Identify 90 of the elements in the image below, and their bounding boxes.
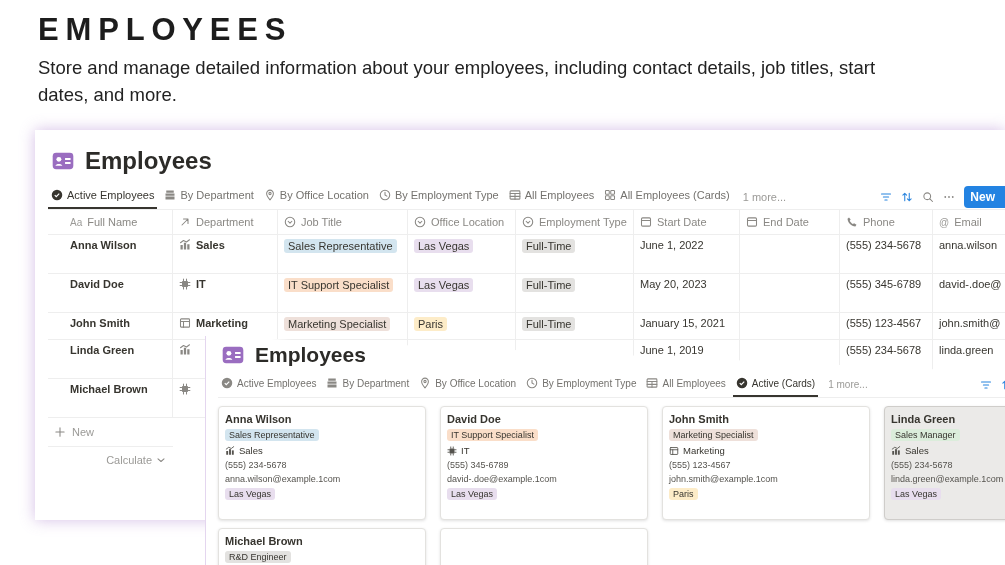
phone-number: (555) 123-4567 <box>669 460 731 470</box>
column-header[interactable]: Phone <box>840 210 933 234</box>
email-address: david-.doe@example.1com <box>447 474 557 484</box>
employee-card[interactable]: Linda Green Sales Manager Sales (555) 234-5678 linda.green@example.1com Las Vegas <box>884 406 1005 520</box>
tag: Sales Representative <box>225 429 319 441</box>
view-tab[interactable]: By Department <box>161 184 257 209</box>
database-title: Employees <box>255 343 366 367</box>
column-header[interactable]: End Date <box>740 210 840 234</box>
new-row-button[interactable]: New <box>48 418 100 446</box>
employee-card[interactable]: Anna Wilson Sales Representative Sales (555) 234-5678 anna.wilson@example.1com Las Vegas <box>218 406 426 520</box>
tag: Paris <box>669 488 698 500</box>
employee-name: Linda Green <box>891 413 956 425</box>
tag: R&D Engineer <box>225 551 291 563</box>
view-tab[interactable]: Active (Cards) <box>732 372 819 397</box>
tag: Marketing Specialist <box>284 317 391 331</box>
view-tab[interactable]: By Employment Type <box>523 372 640 397</box>
table-cell: david-.doe@ <box>939 278 1002 290</box>
table-cell: john.smith@ <box>939 317 1001 329</box>
page-heading: EMPLOYEES <box>38 12 294 48</box>
tag: Las Vegas <box>891 488 942 500</box>
employee-name: Michael Brown <box>225 535 303 547</box>
view-tab[interactable]: Active Employees <box>218 372 320 397</box>
table-cell: John Smith <box>70 317 130 329</box>
tag: Las Vegas <box>225 488 276 500</box>
table-cell: linda.green <box>939 344 994 356</box>
table-cell: (555) 123-4567 <box>846 317 922 329</box>
column-header[interactable]: Office Location <box>408 210 516 234</box>
phone-number: (555) 345-6789 <box>447 460 509 470</box>
tag: Full-Time <box>522 278 576 292</box>
table-cell: (555) 234-5678 <box>846 239 922 251</box>
table-cell: IT <box>196 278 206 290</box>
table-cell: June 1, 2019 <box>640 344 704 356</box>
department-label: Marketing <box>683 445 725 456</box>
tag: Paris <box>414 317 448 331</box>
tag: Sales Representative <box>284 239 397 253</box>
view-tab[interactable]: All Employees (Cards) <box>601 184 733 209</box>
column-header[interactable]: Start Date <box>634 210 740 234</box>
tag: Marketing Specialist <box>669 429 758 441</box>
more-views-link[interactable]: 1 more... <box>742 190 787 203</box>
column-header[interactable]: Aa Full Name <box>48 210 173 234</box>
table-cell: (555) 234-5678 <box>846 344 922 356</box>
view-tab[interactable]: By Employment Type <box>375 184 502 209</box>
employee-name: John Smith <box>669 413 729 425</box>
tag: IT Support Specialist <box>447 429 538 441</box>
email-address: john.smith@example.1com <box>669 474 778 484</box>
table-cell: anna.wilson <box>939 239 998 251</box>
employee-card[interactable]: David Doe IT Support Specialist IT (555) 345-6789 david-.doe@example.1com Las Vegas <box>440 406 648 520</box>
email-address: anna.wilson@example.1com <box>225 474 341 484</box>
phone-number: (555) 234-5678 <box>891 460 953 470</box>
new-button[interactable]: New <box>964 185 1005 208</box>
table-cell: Anna Wilson <box>70 239 137 251</box>
tag: Full-Time <box>522 239 576 253</box>
column-header[interactable]: Employment Type <box>516 210 634 234</box>
tag: Las Vegas <box>447 488 498 500</box>
tag: Las Vegas <box>414 239 474 253</box>
employee-card[interactable]: Michael Brown R&D Engineer <box>218 528 426 565</box>
table-cell: Michael Brown <box>70 383 148 395</box>
tag: IT Support Specialist <box>284 278 394 292</box>
column-header[interactable]: @ Email <box>933 210 1005 234</box>
email-address: linda.green@example.1com <box>891 474 1004 484</box>
department-label: Sales <box>239 445 263 456</box>
database-title: Employees <box>85 147 212 175</box>
view-tab[interactable]: By Department <box>323 372 413 397</box>
view-tab[interactable]: All Employees <box>505 184 598 209</box>
phone-number: (555) 234-5678 <box>225 460 287 470</box>
tag: Las Vegas <box>414 278 474 292</box>
column-header[interactable]: Department <box>173 210 278 234</box>
page-description: Store and manage detailed information about your employees, including contact details, job titles, start dates, and more. <box>38 56 877 107</box>
tag: Full-Time <box>522 317 576 331</box>
department-label: IT <box>461 445 470 456</box>
department-label: Sales <box>905 445 929 456</box>
more-views-link[interactable]: 1 more... <box>828 379 868 390</box>
view-tab[interactable]: By Office Location <box>416 372 520 397</box>
table-cell: Marketing <box>196 317 248 329</box>
calculate-button[interactable]: Calculate <box>100 453 173 467</box>
table-cell: January 15, 2021 <box>640 317 725 329</box>
table-cell: Linda Green <box>70 344 135 356</box>
employee-card[interactable]: John Smith Marketing Specialist Marketing (555) 123-4567 john.smith@example.1com Paris <box>662 406 870 520</box>
column-header[interactable]: Job Title <box>278 210 408 234</box>
table-cell: June 1, 2022 <box>640 239 704 251</box>
employee-name: Anna Wilson <box>225 413 292 425</box>
view-tab[interactable]: All Employees <box>643 372 729 397</box>
table-cell: Sales <box>196 239 225 251</box>
table-cell: David Doe <box>70 278 124 290</box>
tag: Sales Manager <box>891 429 960 441</box>
employee-name: David Doe <box>447 413 501 425</box>
view-tab[interactable]: By Office Location <box>260 184 372 209</box>
table-cell: May 20, 2023 <box>640 278 707 290</box>
table-cell: (555) 345-6789 <box>846 278 922 290</box>
view-tab[interactable]: Active Employees <box>48 184 158 209</box>
